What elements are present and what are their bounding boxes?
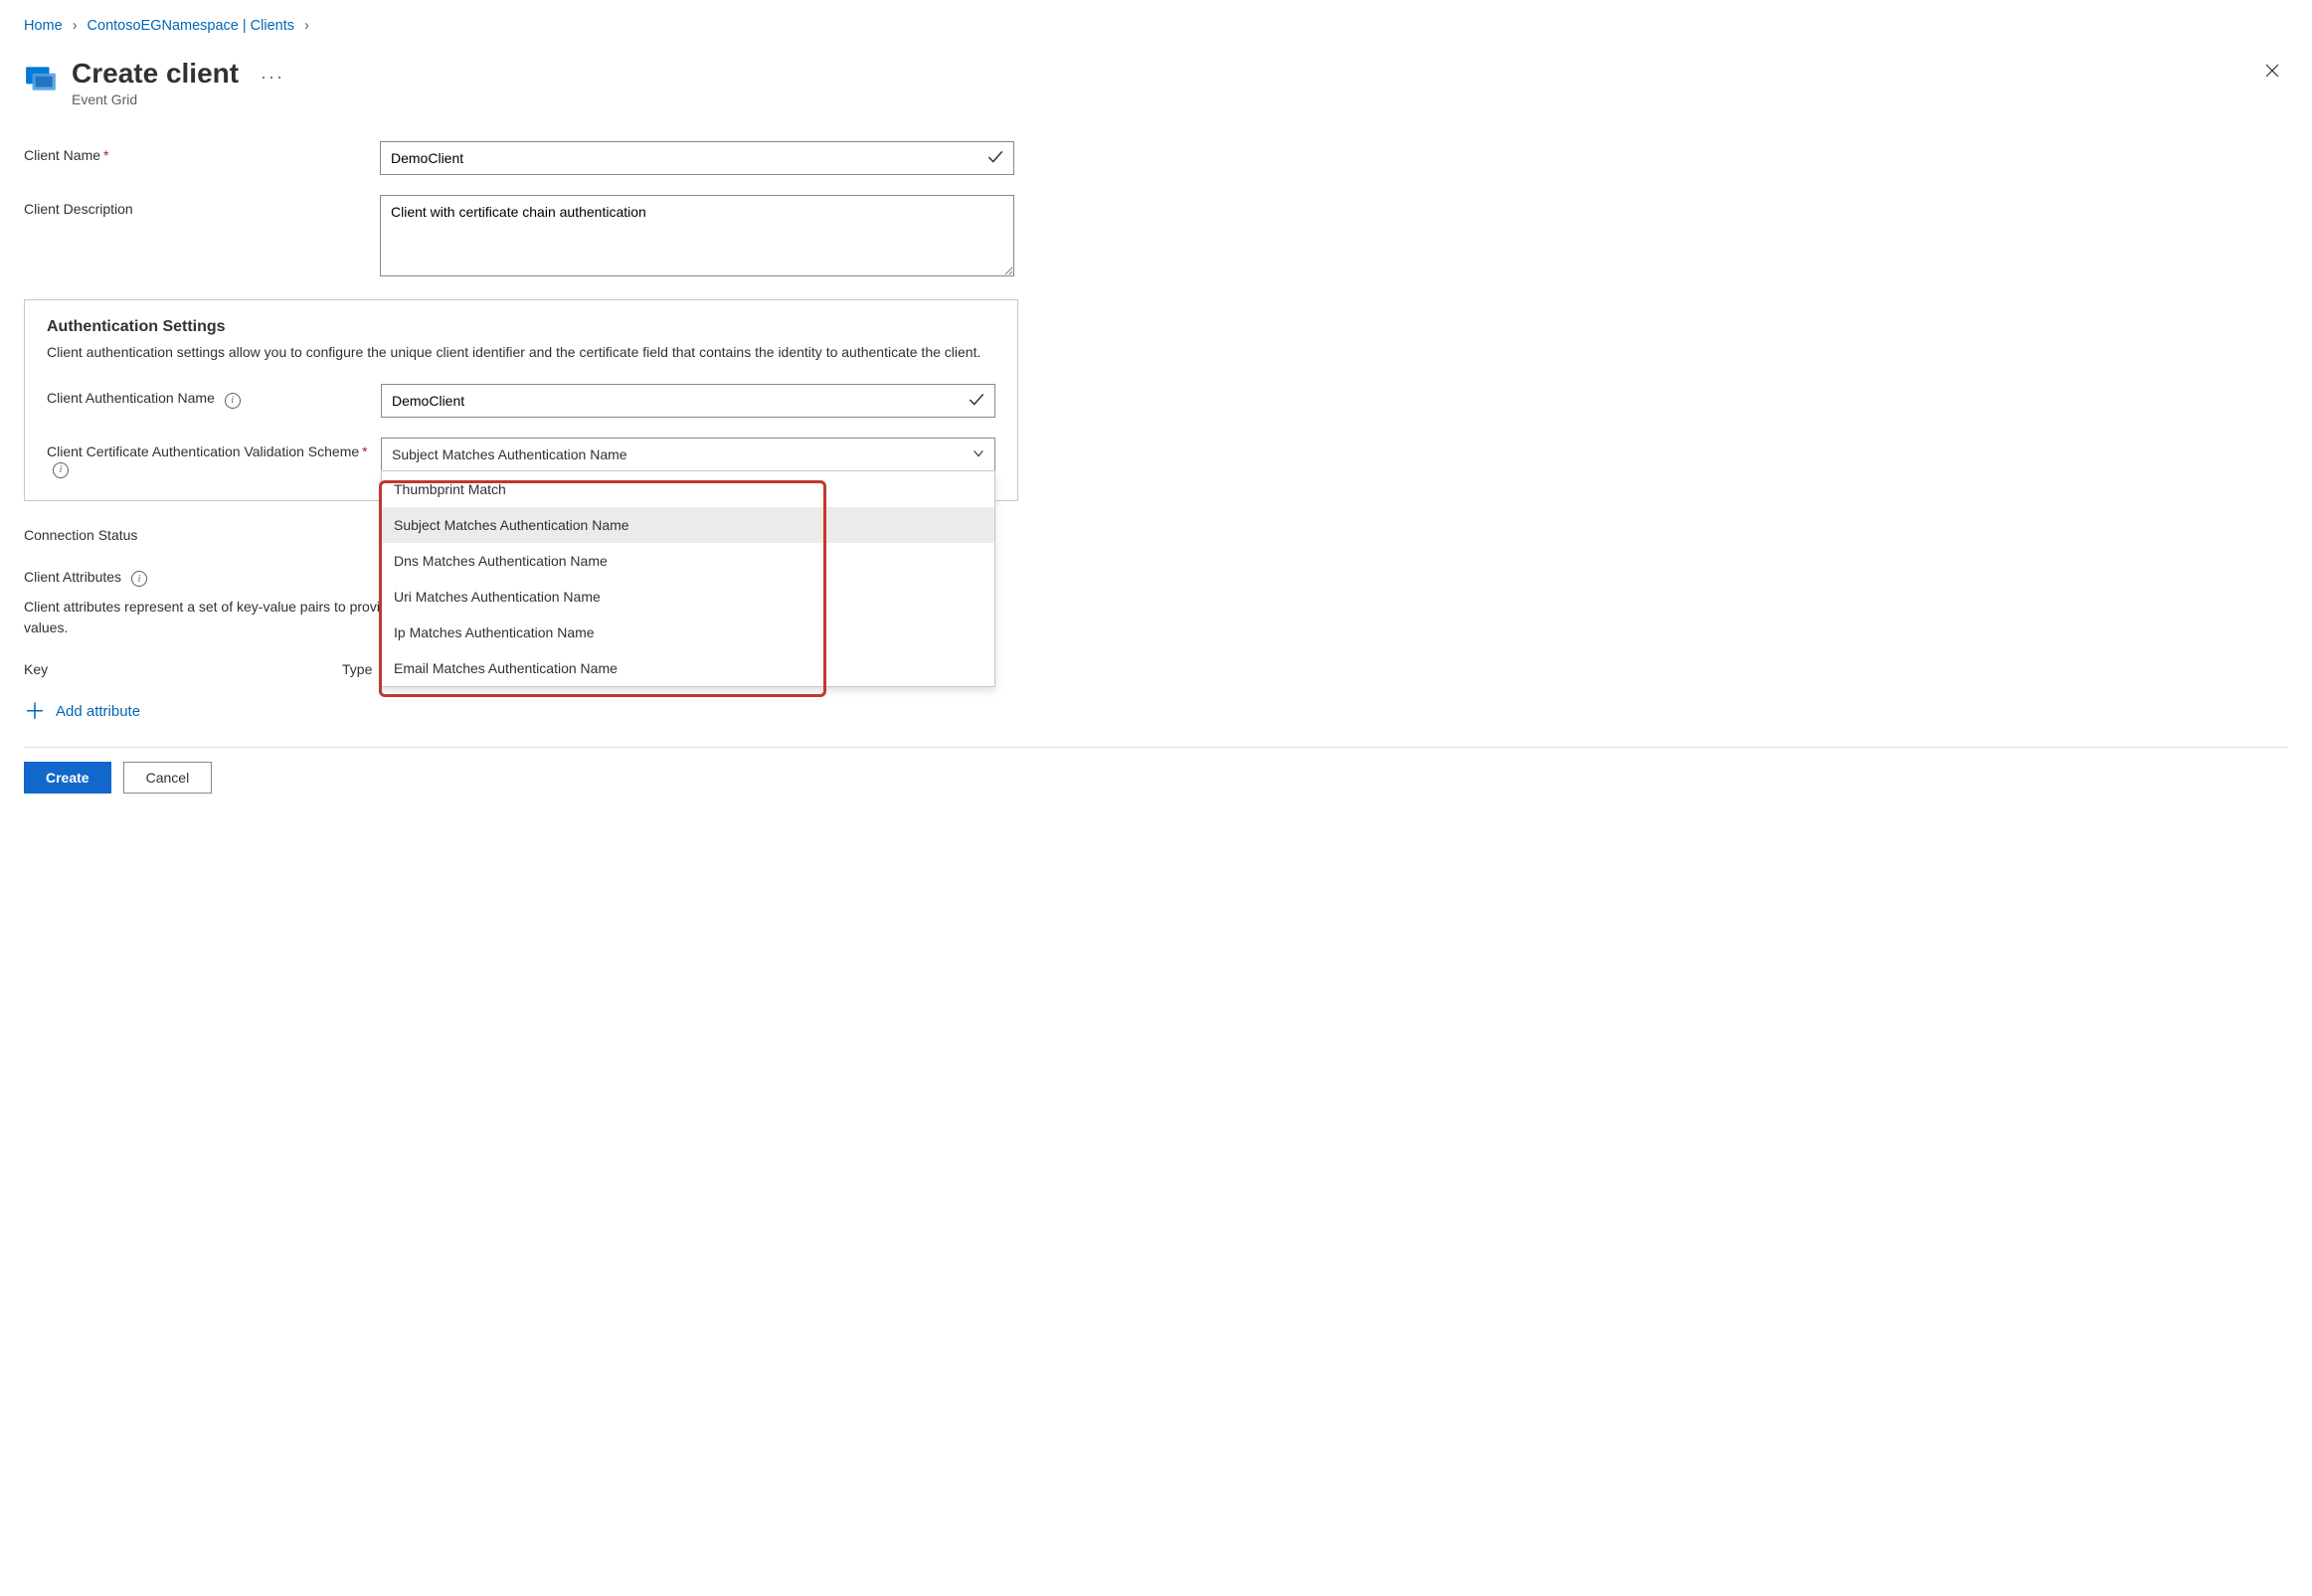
client-resource-icon bbox=[24, 62, 58, 95]
validation-scheme-select[interactable]: Subject Matches Authentication Name bbox=[381, 438, 995, 471]
info-icon[interactable]: i bbox=[131, 571, 147, 587]
auth-settings-description: Client authentication settings allow you… bbox=[47, 342, 995, 362]
breadcrumb-namespace[interactable]: ContosoEGNamespace | Clients bbox=[88, 18, 294, 34]
more-actions-button[interactable]: ··· bbox=[261, 67, 284, 88]
validation-scheme-label: Client Certificate Authentication Valida… bbox=[47, 438, 381, 478]
dropdown-option[interactable]: Uri Matches Authentication Name bbox=[382, 579, 994, 615]
dropdown-option[interactable]: Dns Matches Authentication Name bbox=[382, 543, 994, 579]
dropdown-option[interactable]: Thumbprint Match bbox=[382, 471, 994, 507]
client-description-label: Client Description bbox=[24, 195, 380, 217]
authentication-settings-panel: Authentication Settings Client authentic… bbox=[24, 299, 1018, 501]
auth-settings-heading: Authentication Settings bbox=[47, 318, 995, 336]
auth-name-input[interactable] bbox=[381, 384, 995, 418]
breadcrumb-home[interactable]: Home bbox=[24, 18, 63, 34]
footer-actions: Create Cancel bbox=[24, 747, 2288, 807]
close-button[interactable] bbox=[2256, 58, 2288, 89]
cancel-button[interactable]: Cancel bbox=[123, 762, 213, 794]
dropdown-option[interactable]: Email Matches Authentication Name bbox=[382, 650, 994, 686]
client-name-input[interactable] bbox=[380, 141, 1014, 175]
client-description-input[interactable]: Client with certificate chain authentica… bbox=[380, 195, 1014, 276]
page-subtitle: Event Grid bbox=[72, 91, 284, 107]
info-icon[interactable]: i bbox=[225, 393, 241, 409]
chevron-right-icon: › bbox=[304, 18, 309, 34]
plus-icon: ＋ bbox=[24, 701, 46, 723]
auth-name-label: Client Authentication Name i bbox=[47, 384, 381, 409]
breadcrumb: Home › ContosoEGNamespace | Clients › bbox=[24, 18, 2288, 34]
client-name-label: Client Name* bbox=[24, 141, 380, 163]
chevron-right-icon: › bbox=[73, 18, 78, 34]
page-header: Create client ··· Event Grid bbox=[24, 58, 2288, 107]
add-attribute-button[interactable]: ＋ Add attribute bbox=[24, 701, 1018, 723]
validation-scheme-dropdown: Thumbprint Match Subject Matches Authent… bbox=[381, 470, 995, 687]
dropdown-option[interactable]: Subject Matches Authentication Name bbox=[382, 507, 994, 543]
create-button[interactable]: Create bbox=[24, 762, 111, 794]
key-column-header: Key bbox=[24, 661, 342, 677]
page-title: Create client bbox=[72, 58, 239, 89]
dropdown-option[interactable]: Ip Matches Authentication Name bbox=[382, 615, 994, 650]
info-icon[interactable]: i bbox=[53, 462, 69, 478]
